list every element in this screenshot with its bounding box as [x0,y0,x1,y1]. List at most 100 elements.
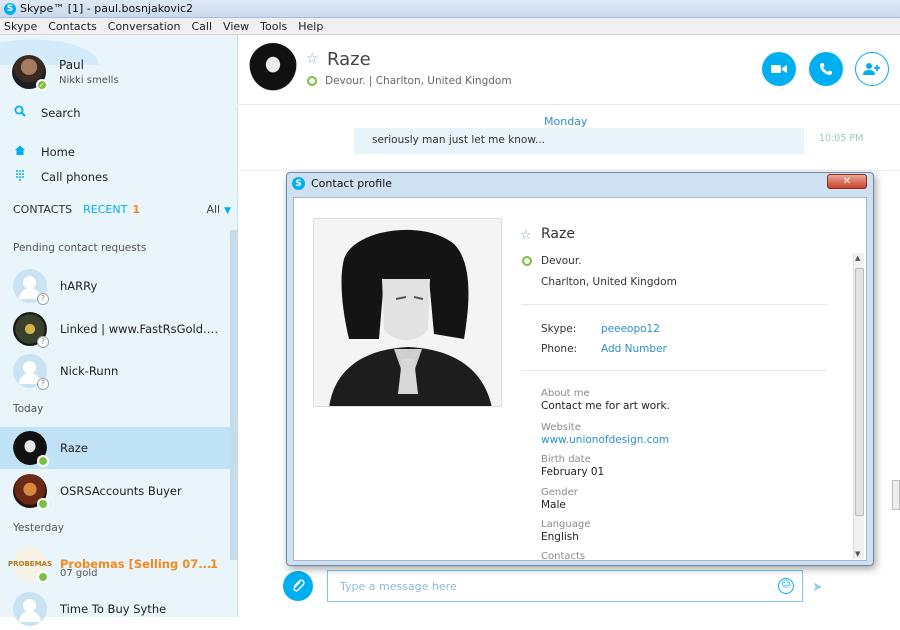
contacts-label: Contacts [541,551,586,561]
filter-dropdown[interactable]: All ▼ [206,203,231,216]
online-status-icon [37,571,49,583]
list-item[interactable]: ? Nick-Runn [0,350,230,392]
menu-call[interactable]: Call [192,20,213,33]
search-label: Search [41,105,81,120]
menu-tools[interactable]: Tools [260,20,287,33]
contact-mood: 07 gold [60,568,98,579]
default-avatar-icon [13,592,47,626]
skype-row: Skype: peeeopo12 [541,323,660,335]
about-label: About me [541,388,590,399]
contact-avatar [13,431,49,467]
menu-view[interactable]: View [223,20,249,33]
contact-avatar-large[interactable] [249,43,297,91]
divider [521,370,827,371]
scroll-up-icon[interactable]: ▲ [855,254,860,262]
language-label: Language [541,519,591,530]
my-profile[interactable]: ✓ Paul Nikki smells [12,55,119,91]
skype-name-link[interactable]: peeeopo12 [601,323,660,335]
emoticon-icon[interactable]: ☺ [778,578,794,594]
default-avatar-icon: ? [13,269,49,305]
video-call-button[interactable] [762,52,796,86]
attach-button[interactable] [283,571,313,601]
message-input-placeholder: Type a message here [340,580,457,593]
separator: | [365,75,376,87]
message-input[interactable]: Type a message here ☺ [327,570,803,602]
paperclip-icon [293,579,305,592]
contact-name: Nick-Runn [60,364,119,378]
menu-contacts[interactable]: Contacts [48,20,97,33]
menu-help[interactable]: Help [298,20,323,33]
day-separator: Monday [544,115,588,128]
gender-value: Male [541,499,566,511]
add-people-button[interactable] [855,52,889,86]
language-value: English [541,531,579,543]
chevron-down-icon: ▼ [224,206,231,216]
gender-label: Gender [541,487,578,498]
search-icon [13,105,27,120]
profile-photo [313,218,502,407]
recent-count-badge: 1 [132,203,140,216]
profile-mood-text: Devour. [541,255,582,267]
add-number-link[interactable]: Add Number [601,343,667,355]
contact-name: Time To Buy Sythe [60,602,167,616]
dialog-titlebar[interactable]: S Contact profile [292,177,392,190]
audio-call-button[interactable] [809,52,843,86]
gender-field: Gender Male [541,487,578,511]
menu-conversation[interactable]: Conversation [108,20,181,33]
add-user-icon [863,63,880,75]
pending-status-icon: ? [37,293,49,305]
contact-avatar [13,474,49,510]
list-item[interactable]: OSRSAccounts Buyer [0,470,230,512]
pending-status-icon: ? [37,336,49,348]
phone-row: Phone: Add Number [541,343,667,355]
main-scrollbar[interactable] [892,480,900,510]
online-status-icon [37,498,49,510]
favorite-star-icon[interactable]: ☆ [520,228,532,243]
list-item[interactable]: ? Linked | www.FastRsGold.co... [0,308,230,350]
unread-badge: 1 [209,557,218,571]
home-label: Home [41,144,75,159]
my-avatar[interactable]: ✓ [12,55,48,91]
online-status-icon [37,455,49,467]
tab-contacts[interactable]: CONTACTS [13,203,72,216]
conversation-header: ☆ Raze Devour. | Charlton, United Kingdo… [239,35,900,105]
my-name: Paul [59,58,84,72]
home-icon [13,144,27,159]
list-item[interactable]: ? hARRy [0,265,230,307]
send-icon[interactable]: ➤ [812,580,823,595]
profile-portrait-illustration [314,219,501,406]
scroll-down-icon[interactable]: ▼ [855,550,860,558]
birthdate-label: Birth date [541,454,591,465]
birthdate-field: Birth date February 01 [541,454,604,478]
about-value: Contact me for art work. [541,400,670,412]
close-button[interactable]: ✕ [827,174,867,189]
conversation-contact-name: Raze [327,49,371,70]
contact-name: OSRSAccounts Buyer [60,484,182,498]
about-field: About me Contact me for art work. [541,388,670,412]
skype-logo-icon: S [292,177,305,190]
contact-name: Linked | www.FastRsGold.co... [60,322,220,336]
section-pending: Pending contact requests [13,242,147,254]
tab-recent[interactable]: RECENT 1 [83,203,140,216]
online-status-icon [522,256,532,266]
scroll-thumb[interactable] [855,268,864,516]
home-button[interactable]: Home [13,144,75,159]
list-item[interactable]: Raze [0,427,230,469]
list-item[interactable]: Time To Buy Sythe [0,588,230,630]
message-bubble[interactable]: seriously man just let me know... [354,128,804,154]
dialog-scrollbar[interactable]: ▲ ▼ [853,253,864,559]
birthdate-value: February 01 [541,466,605,478]
default-avatar-icon: ? [13,354,49,390]
my-mood: Nikki smells [59,75,119,86]
list-item[interactable]: PROBEMAS Probemas [Selling 07... 1 07 go… [0,543,230,585]
dialog-title: Contact profile [311,177,393,190]
sidebar-scrollbar[interactable] [230,230,238,560]
call-phones-button[interactable]: Call phones [13,169,108,184]
menu-skype[interactable]: Skype [4,20,37,33]
compose-bar: Type a message here ☺ ➤ [239,563,900,617]
search-button[interactable]: Search [13,105,81,120]
website-link[interactable]: www.unionofdesign.com [541,434,669,446]
phone-label: Phone: [541,343,578,355]
favorite-star-icon[interactable]: ☆ [306,51,319,67]
contacts-field: Contacts [541,551,586,561]
